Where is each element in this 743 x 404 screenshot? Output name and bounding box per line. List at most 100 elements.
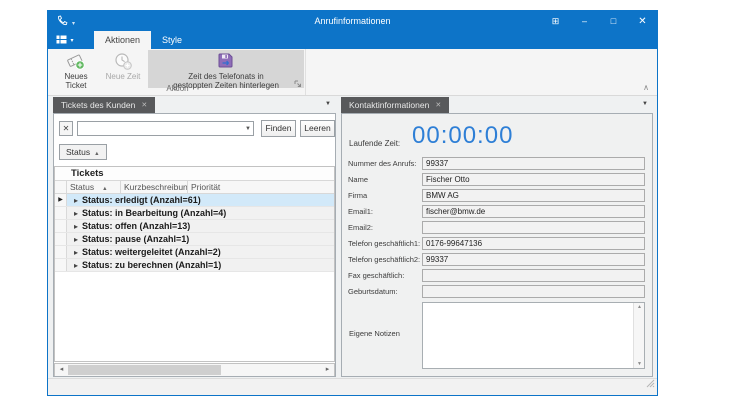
running-time-label: Laufende Zeit: <box>349 139 400 148</box>
maximize-button[interactable]: □ <box>599 11 628 31</box>
minimize-button[interactable]: – <box>570 11 599 31</box>
indicator-column-header <box>55 181 67 193</box>
sort-asc-icon: ▲ <box>94 151 99 157</box>
field-input[interactable] <box>422 173 645 186</box>
resize-grip[interactable] <box>646 375 655 393</box>
titlebar: ▾ Anrufinformationen ⊞ – □ ✕ <box>48 11 657 31</box>
tab-close-icon[interactable]: ✕ <box>141 101 147 109</box>
group-row-label: Status: erledigt (Anzahl=61) <box>82 195 201 205</box>
column-header-prioritaet[interactable]: Priorität <box>188 181 334 193</box>
expand-icon[interactable]: ▸ <box>74 209 78 218</box>
clear-button[interactable]: Leeren <box>300 120 335 137</box>
close-button[interactable]: ✕ <box>628 11 657 31</box>
ticket-group-row[interactable]: ▶ ▸ Status: erledigt (Anzahl=61) <box>55 194 334 207</box>
tickets-grid: Tickets Status▲ Kurzbeschreibung (... Pr… <box>54 166 335 362</box>
ticket-group-row[interactable]: ▶ ▸ Status: weitergeleitet (Anzahl=2) <box>55 246 334 259</box>
field-label: Geburtsdatum: <box>348 287 422 296</box>
panel-tab-label: Kontaktinformationen <box>349 100 429 110</box>
field-input[interactable] <box>422 205 645 218</box>
contact-panel-header: Kontaktinformationen ✕ ▼ <box>341 97 653 113</box>
scroll-right-icon[interactable]: ▸ <box>321 364 334 376</box>
panel-dropdown-icon[interactable]: ▼ <box>642 101 648 107</box>
field-input[interactable] <box>422 269 645 282</box>
app-menu-button[interactable]: ▾ <box>48 31 82 49</box>
notes-scrollbar[interactable] <box>633 303 644 368</box>
clock-plus-icon <box>100 52 146 71</box>
ribbon-tab[interactable]: Aktionen <box>94 31 151 49</box>
combo-dropdown-icon[interactable]: ▼ <box>245 126 251 132</box>
dialog-launcher-icon[interactable] <box>294 75 302 93</box>
group-row-label: Status: offen (Anzahl=13) <box>82 221 190 231</box>
expand-icon[interactable]: ▸ <box>74 248 78 257</box>
group-row-label: Status: weitergeleitet (Anzahl=2) <box>82 247 221 257</box>
clear-filter-button[interactable]: ✕ <box>59 121 73 136</box>
field-label: Email2: <box>348 223 422 232</box>
store-call-time-button[interactable]: Zeit des Telefonats in gestoppten Zeiten… <box>148 50 304 88</box>
scroll-up-icon[interactable]: ▲ <box>637 304 642 310</box>
notes-textarea[interactable]: ▲ ▼ <box>422 302 645 369</box>
app-menu-icon <box>56 31 67 49</box>
expand-icon[interactable]: ▸ <box>74 261 78 270</box>
field-input[interactable] <box>422 253 645 266</box>
field-label: Email1: <box>348 207 422 216</box>
group-by-status-chip[interactable]: Status▲ <box>59 144 107 160</box>
scroll-left-icon[interactable]: ◂ <box>55 364 68 376</box>
field-input[interactable] <box>422 157 645 170</box>
new-ticket-button[interactable]: Neues Ticket <box>54 50 98 88</box>
form-row: Email2: <box>348 221 645 234</box>
ticket-group-row[interactable]: ▶ ▸ Status: offen (Anzahl=13) <box>55 220 334 233</box>
app-window: ▾ Anrufinformationen ⊞ – □ ✕ ▾ Aktionen … <box>47 10 658 396</box>
form-row: Telefon geschäftlich1: <box>348 237 645 250</box>
panel-dropdown-icon[interactable]: ▼ <box>325 101 331 107</box>
app-menu-dropdown-icon: ▾ <box>70 37 73 44</box>
scroll-down-icon[interactable]: ▼ <box>637 361 642 367</box>
field-label: Fax geschäftlich: <box>348 271 422 280</box>
field-input[interactable] <box>422 221 645 234</box>
find-button[interactable]: Finden <box>261 120 296 137</box>
expand-icon[interactable]: ▸ <box>74 222 78 231</box>
ticket-group-row[interactable]: ▶ ▸ Status: pause (Anzahl=1) <box>55 233 334 246</box>
field-label: Telefon geschäftlich2: <box>348 255 422 264</box>
status-bar <box>48 378 657 395</box>
expand-icon[interactable]: ▸ <box>74 196 78 205</box>
expand-icon[interactable]: ▸ <box>74 235 78 244</box>
search-input[interactable] <box>80 122 238 135</box>
ribbon-options-button[interactable]: ⊞ <box>541 11 570 31</box>
field-input[interactable] <box>422 237 645 250</box>
ticket-group-row[interactable]: ▶ ▸ Status: in Bearbeitung (Anzahl=4) <box>55 207 334 220</box>
search-combobox: ▼ <box>77 121 254 136</box>
form-row: Name <box>348 173 645 186</box>
running-time-value: 00:00:00 <box>412 122 513 150</box>
form-row: Fax geschäftlich: <box>348 269 645 282</box>
grid-column-headers: Status▲ Kurzbeschreibung (... Priorität <box>55 181 334 194</box>
scrollbar-thumb[interactable] <box>68 365 221 375</box>
row-indicator: ▶ <box>55 220 67 232</box>
tickets-group-list: ▶ ▸ Status: erledigt (Anzahl=61) ▶ ▸ <box>55 194 334 272</box>
column-header-status[interactable]: Status▲ <box>67 181 121 193</box>
row-indicator: ▶ <box>55 207 67 219</box>
row-indicator: ▶ <box>55 233 67 245</box>
tab-close-icon[interactable]: ✕ <box>435 101 441 109</box>
ribbon-tab[interactable]: Style <box>151 31 193 49</box>
ribbon-tab-row: ▾ Aktionen Style <box>48 31 657 49</box>
row-indicator: ▶ <box>55 246 67 258</box>
button-label-line: Neues <box>64 72 87 81</box>
tab-tickets-des-kunden[interactable]: Tickets des Kunden ✕ <box>53 97 155 113</box>
ribbon-tabs: Aktionen Style <box>94 31 193 49</box>
sort-asc-icon: ▲ <box>102 186 107 192</box>
contact-form: Nummer des Anrufs: Name Firma <box>348 157 645 301</box>
row-indicator: ▶ <box>55 259 67 271</box>
tab-kontaktinformationen[interactable]: Kontaktinformationen ✕ <box>341 97 449 113</box>
horizontal-scrollbar[interactable]: ◂ ▸ <box>54 363 335 376</box>
field-label: Nummer des Anrufs: <box>348 159 422 168</box>
ribbon-tab-label: Style <box>162 35 182 45</box>
ribbon-collapse-icon[interactable]: ∧ <box>643 83 649 92</box>
field-input[interactable] <box>422 189 645 202</box>
form-row: Email1: <box>348 205 645 218</box>
field-input[interactable] <box>422 285 645 298</box>
form-row: Telefon geschäftlich2: <box>348 253 645 266</box>
ribbon-group-aktion: Neues Ticket Neue Zeit <box>50 49 306 95</box>
ticket-group-row[interactable]: ▶ ▸ Status: zu berechnen (Anzahl=1) <box>55 259 334 272</box>
tickets-panel-header: Tickets des Kunden ✕ ▼ <box>53 97 336 113</box>
column-header-kurzbeschreibung[interactable]: Kurzbeschreibung (... <box>121 181 188 193</box>
